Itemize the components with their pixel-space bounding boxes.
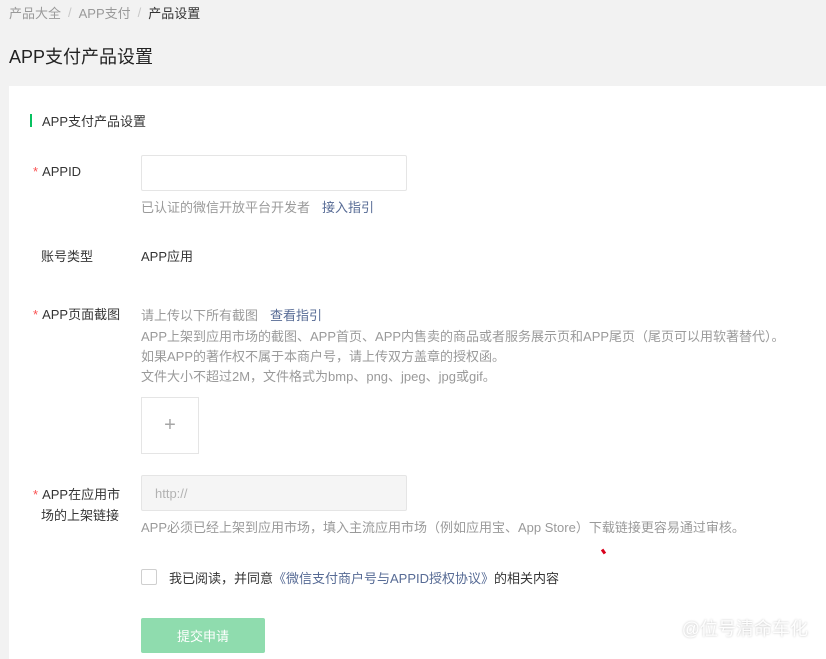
appid-guide-link[interactable]: 接入指引 [322,200,374,215]
watermark-logo-icon [660,619,678,637]
screenshots-hint-intro-text: 请上传以下所有截图 [141,308,259,323]
market-link-input-wrapper [141,475,407,511]
upload-button[interactable]: + [141,397,199,454]
screenshots-label-text: APP页面截图 [42,307,121,322]
screenshots-hint-line2: 如果APP的著作权不属于本商户号，请上传双方盖章的授权函。 [141,349,506,364]
breadcrumb: 产品大全 / APP支付 / 产品设置 [9,3,200,21]
section-title: APP支付产品设置 [42,113,147,129]
agreement-prefix: 我已阅读，并同意 [169,570,274,586]
agreement-suffix: 的相关内容 [494,570,560,586]
account-type-label: 账号类型 [41,249,94,264]
section-header: APP支付产品设置 [30,112,147,129]
page-title: APP支付产品设置 [9,47,154,67]
appid-input[interactable] [142,156,406,190]
breadcrumb-separator: / [68,4,72,20]
breadcrumb-item-app-pay[interactable]: APP支付 [79,3,131,22]
agreement-row: 我已阅读，并同意 《微信支付商户号与APPID授权协议》 的相关内容 [141,568,559,586]
market-link-label: * APP在应用市 场的上架链接 [33,484,133,526]
annotation-mark [600,548,607,555]
required-mark: * [33,164,39,179]
market-link-input[interactable] [142,476,406,510]
account-type-value: APP应用 [141,249,194,264]
watermark: @位号清命车化 [660,617,808,639]
screenshots-label: * APP页面截图 [33,305,133,325]
plus-icon: + [164,414,176,436]
required-mark: * [33,307,39,322]
appid-label-text: APPID [42,164,82,179]
breadcrumb-item-current: 产品设置 [148,5,201,21]
agreement-checkbox[interactable] [141,569,157,585]
appid-input-wrapper [141,155,407,191]
screenshots-guide-link[interactable]: 查看指引 [270,308,322,323]
screenshots-hint-line1: APP上架到应用市场的截图、APP首页、APP内售卖的商品或者服务展示页和APP… [141,329,785,344]
appid-hint: 已认证的微信开放平台开发者 接入指引 [141,197,374,218]
screenshots-hint-line3: 文件大小不超过2M，文件格式为bmp、png、jpeg、jpg或gif。 [141,369,496,384]
agreement-link[interactable]: 《微信支付商户号与APPID授权协议》 [273,568,494,587]
screenshots-hint-intro: 请上传以下所有截图 查看指引 [141,305,322,326]
market-link-hint: APP必须已经上架到应用市场，填入主流应用市场（例如应用宝、App Store）… [141,520,745,535]
required-mark: * [33,487,39,502]
market-link-label-line1: APP在应用市 [42,487,121,502]
submit-button[interactable]: 提交申请 [141,618,265,653]
breadcrumb-separator: / [137,4,142,20]
appid-hint-text: 已认证的微信开放平台开发者 [141,200,311,215]
breadcrumb-item-products[interactable]: 产品大全 [9,3,61,22]
section-accent-bar [30,113,32,127]
appid-label: * APPID [33,162,133,182]
watermark-text: @位号清命车化 [681,619,808,639]
market-link-label-line2: 场的上架链接 [41,508,120,523]
settings-card: APP支付产品设置 * APPID 已认证的微信开放平台开发者 接入指引 账号类型 … [9,86,826,659]
